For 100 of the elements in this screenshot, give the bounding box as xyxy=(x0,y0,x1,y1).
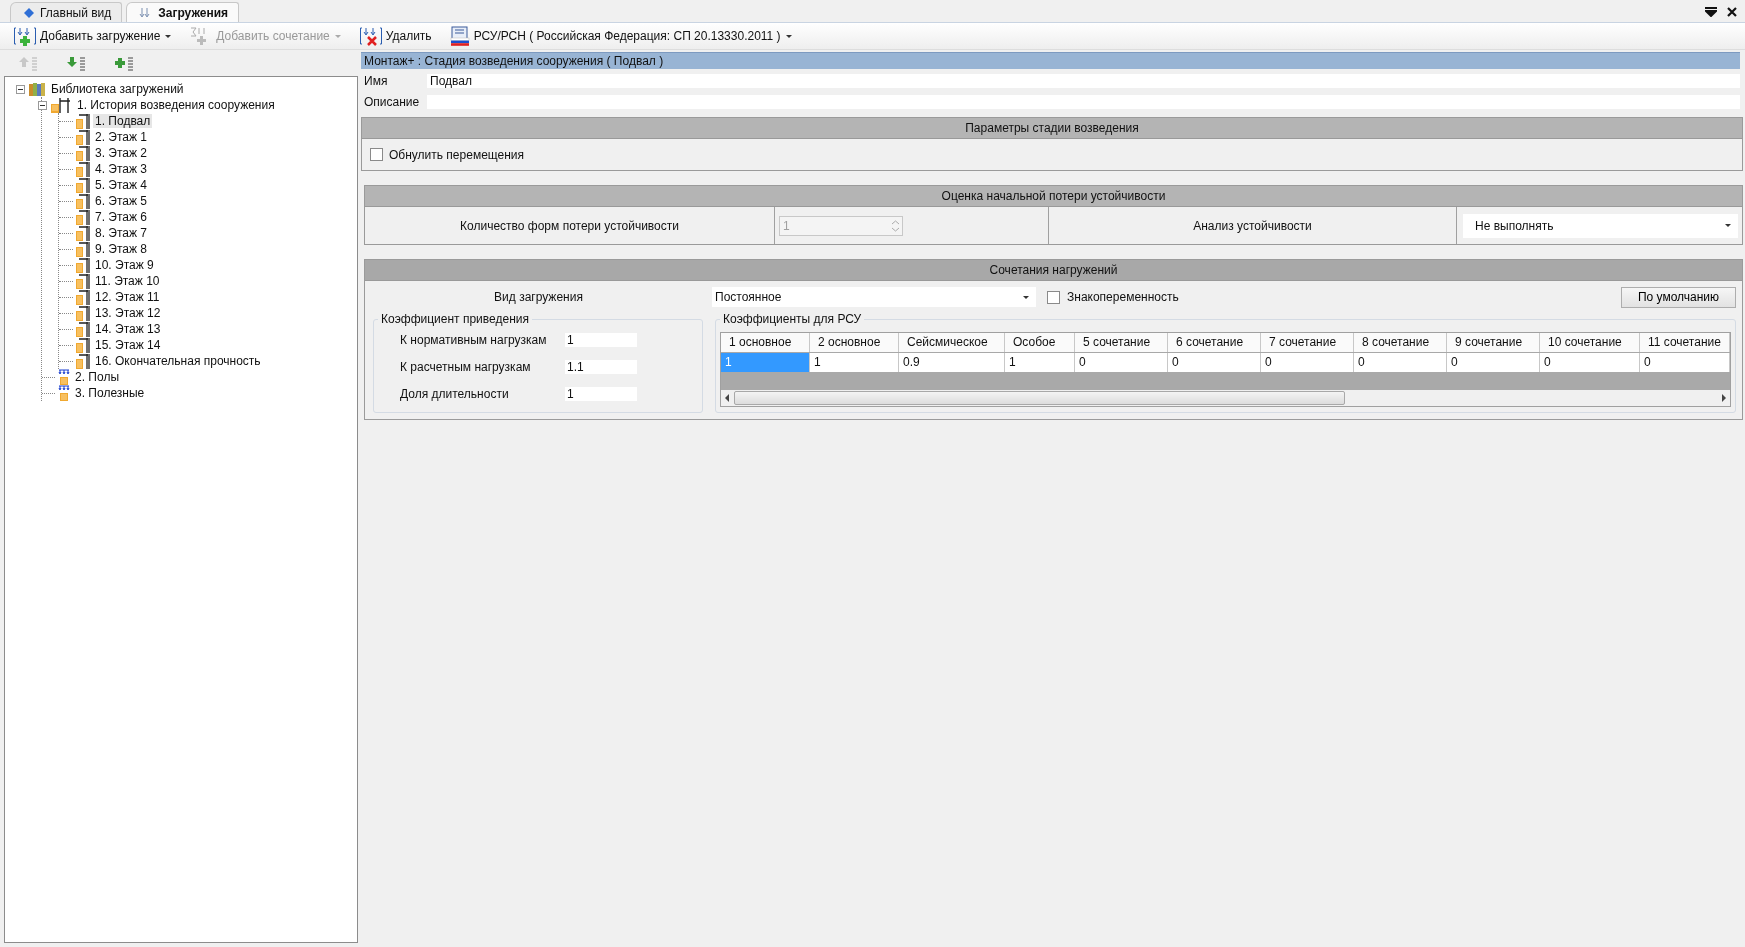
building-ruler-icon xyxy=(76,193,90,209)
tree-item[interactable]: Библиотека загружений xyxy=(49,82,186,96)
column-header[interactable]: 7 сочетание xyxy=(1261,333,1354,352)
scroll-left-icon[interactable] xyxy=(725,394,730,402)
collapse-icon[interactable] xyxy=(38,100,47,110)
tab[interactable]: Главный вид xyxy=(10,2,123,22)
caret-icon xyxy=(333,33,342,39)
table-cell[interactable]: 0 xyxy=(1447,353,1540,372)
checkbox[interactable] xyxy=(1047,290,1060,304)
section-header: Сочетания нагружений xyxy=(365,260,1742,281)
scrollbar-thumb[interactable] xyxy=(734,391,1346,405)
tree-item[interactable]: 16. Окончательная прочность xyxy=(93,354,263,368)
tree-item[interactable]: 13. Этаж 12 xyxy=(93,306,163,320)
column-header[interactable]: 9 сочетание xyxy=(1447,333,1540,352)
tree-item[interactable]: 4. Этаж 3 xyxy=(93,162,150,176)
building-ruler-icon xyxy=(76,337,90,353)
dropdown[interactable]: Не выполнять xyxy=(1463,213,1738,238)
table-cell[interactable]: 0 xyxy=(1261,353,1354,372)
column-header[interactable]: 6 сочетание xyxy=(1168,333,1261,352)
table-cell[interactable]: 0 xyxy=(1354,353,1447,372)
close-icon[interactable] xyxy=(1727,7,1737,17)
column-header[interactable]: 1 основное xyxy=(721,333,810,352)
tree-item[interactable]: 8. Этаж 7 xyxy=(93,226,150,240)
building-ruler-icon xyxy=(76,321,90,337)
building-ruler-icon xyxy=(76,113,90,129)
table-cell[interactable]: 0.9 xyxy=(899,353,1005,372)
arrow-down-list-icon[interactable] xyxy=(66,55,86,71)
tree-item[interactable]: 9. Этаж 8 xyxy=(93,242,150,256)
tree-item[interactable]: 15. Этаж 14 xyxy=(93,338,163,352)
tree-item[interactable]: 7. Этаж 6 xyxy=(93,210,150,224)
toolbar-button[interactable]: Удалить xyxy=(357,25,434,47)
building-ruler-icon xyxy=(76,257,90,273)
tree-item[interactable]: 6. Этаж 5 xyxy=(93,194,150,208)
field-label: Имя xyxy=(363,73,389,88)
text-field[interactable]: 1.1 xyxy=(565,359,637,374)
table-cell[interactable]: 0 xyxy=(1168,353,1261,372)
building-ruler-icon xyxy=(76,289,90,305)
spin-arrows-icon xyxy=(890,218,901,233)
field-label: Анализ устойчивости xyxy=(1049,207,1457,244)
tree-item[interactable]: 14. Этаж 13 xyxy=(93,322,163,336)
table-cell[interactable]: 1 xyxy=(810,353,899,372)
tree-item[interactable]: 12. Этаж 11 xyxy=(93,290,162,304)
horizontal-scrollbar[interactable] xyxy=(721,390,1730,406)
dropdown[interactable]: Постоянное xyxy=(712,287,1036,307)
dropdown-menu-icon[interactable] xyxy=(1705,7,1717,17)
panel-header: Монтаж+ : Стадия возведения сооружения ( Подвал ) xyxy=(361,52,1740,69)
text-field[interactable]: 1 xyxy=(565,332,637,347)
section-header: Оценка начальной потери устойчивости xyxy=(365,186,1742,207)
toolbar-button[interactable]: Добавить загружение xyxy=(12,25,175,47)
column-header[interactable]: 2 основное xyxy=(810,333,899,352)
caret-icon xyxy=(1724,223,1732,228)
table-cell[interactable]: 1 xyxy=(1005,353,1075,372)
section-header: Параметры стадии возведения xyxy=(362,118,1742,139)
column-header[interactable]: 10 сочетание xyxy=(1540,333,1640,352)
tree-item[interactable]: 1. Подвал xyxy=(93,114,153,128)
tree-item[interactable]: 11. Этаж 10 xyxy=(93,274,162,288)
column-header[interactable]: Сейсмическое xyxy=(899,333,1005,352)
collapse-icon[interactable] xyxy=(16,84,25,94)
toolbar-button[interactable]: РСУ/РСН ( Российская Федерация: СП 20.13330.2011 ) xyxy=(447,25,795,47)
field-label: Описание xyxy=(363,94,421,109)
column-header[interactable]: 5 сочетание xyxy=(1075,333,1168,352)
tree-item[interactable]: 10. Этаж 9 xyxy=(93,258,156,272)
books-icon xyxy=(28,82,46,96)
group-title: Коэффициенты для РСУ xyxy=(720,312,865,326)
column-header[interactable]: 8 сочетание xyxy=(1354,333,1447,352)
checkbox[interactable] xyxy=(370,148,383,161)
building-ruler-icon xyxy=(76,241,90,257)
table-cell[interactable]: 0 xyxy=(1640,353,1730,372)
building-ruler-icon xyxy=(76,209,90,225)
tab[interactable]: Загружения xyxy=(126,2,240,22)
load-block-icon xyxy=(58,369,70,385)
tree-item[interactable]: 2. Этаж 1 xyxy=(93,130,150,144)
field-label: Количество форм потери устойчивости xyxy=(365,207,775,244)
tree-item[interactable]: 5. Этаж 4 xyxy=(93,178,150,192)
building-ruler-icon xyxy=(76,305,90,321)
building-ruler-icon xyxy=(76,161,90,177)
field-label: К нормативным нагрузкам xyxy=(400,332,548,347)
load-delete-icon xyxy=(359,26,382,46)
table-cell[interactable]: 0 xyxy=(1075,353,1168,372)
plus-list-icon[interactable] xyxy=(114,55,134,71)
load-add-icon xyxy=(14,26,36,46)
flag-document-icon xyxy=(449,26,470,46)
diamond-icon xyxy=(23,6,35,19)
column-header[interactable]: 11 сочетание xyxy=(1640,333,1730,352)
tree-item[interactable]: 1. История возведения сооружения xyxy=(75,98,277,112)
text-field[interactable]: 1 xyxy=(565,386,637,401)
checkbox-label: Знакопеременность xyxy=(1067,290,1179,304)
tree-item[interactable]: 2. Полы xyxy=(73,370,121,384)
building-ruler-icon xyxy=(76,273,90,289)
checkbox-label: Обнулить перемещения xyxy=(389,147,525,162)
column-header[interactable]: Особое xyxy=(1005,333,1075,352)
scroll-right-icon[interactable] xyxy=(1721,394,1726,402)
tree-item[interactable]: 3. Полезные xyxy=(73,386,147,400)
text-field[interactable]: Подвал xyxy=(427,73,1740,88)
default-button[interactable]: По умолчанию xyxy=(1621,286,1736,308)
tree-item[interactable]: 3. Этаж 2 xyxy=(93,146,150,160)
group-title: Коэффициент приведения xyxy=(378,312,532,326)
table-cell[interactable]: 0 xyxy=(1540,353,1640,372)
load-block-icon xyxy=(58,385,70,401)
field-label: К расчетным нагрузкам xyxy=(400,359,532,374)
